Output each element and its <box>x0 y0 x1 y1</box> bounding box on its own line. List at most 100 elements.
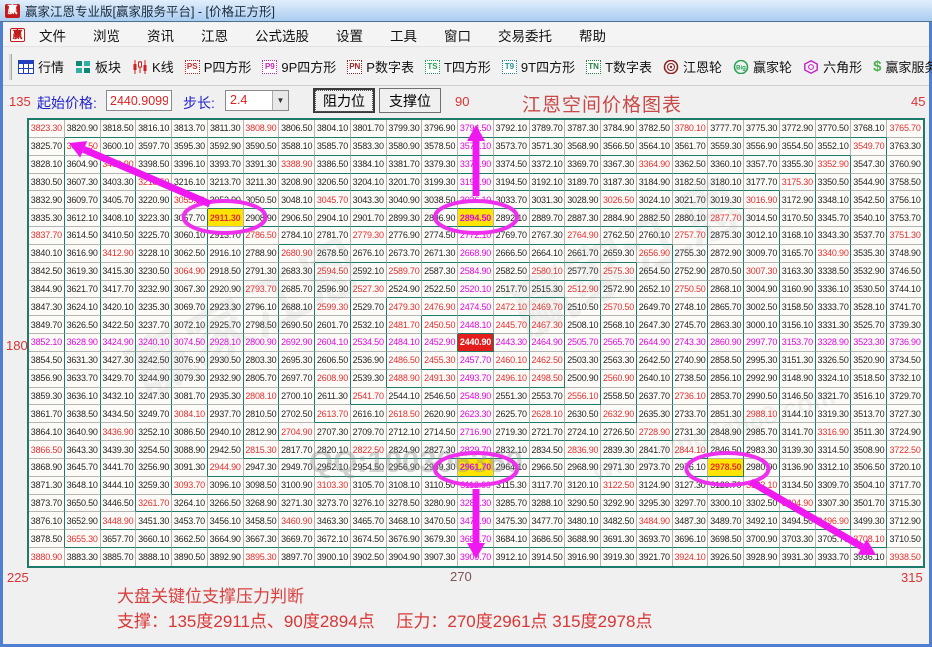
grid-cell: 2712.10 <box>386 423 423 442</box>
menu-item-4[interactable]: 江恩 <box>201 25 228 45</box>
support-button[interactable]: 支撑位 <box>379 88 441 113</box>
grid-cell: 2690.50 <box>279 316 316 335</box>
toolbar-item-板块[interactable]: 板块 <box>75 57 121 76</box>
grid-cell: 2505.70 <box>565 334 602 352</box>
toolbar-item-9T四方形[interactable]: T9 9T四方形 <box>501 57 575 76</box>
grid-cell: 3280.90 <box>422 494 459 513</box>
grid-cell: 2925.70 <box>207 316 244 335</box>
grid-cell: 2877.70 <box>708 209 745 228</box>
grid-cell: 3873.70 <box>29 494 65 513</box>
menu-item-2[interactable]: 浏览 <box>93 25 120 45</box>
grid-cell: 2661.70 <box>565 244 602 263</box>
grid-cell: 2976.10 <box>672 458 709 477</box>
grid-cell: 2894.50 <box>458 209 494 228</box>
grid-cell: 3244.90 <box>136 369 173 388</box>
grid-cell: 3103.30 <box>315 476 351 495</box>
grid-cell: 3638.50 <box>64 405 101 424</box>
grid-cell: 3386.50 <box>315 155 351 174</box>
grid-cell: 3328.90 <box>815 334 852 352</box>
grid-cell: 2450.50 <box>422 316 459 335</box>
grid-cell: 3931.30 <box>780 548 816 566</box>
grid-cell: 3844.90 <box>29 280 65 299</box>
grid-cell: 2601.70 <box>315 316 351 335</box>
toolbar-item-label: 行情 <box>38 60 65 75</box>
grid-cell: 2464.90 <box>529 334 566 352</box>
grid-cell: 3667.30 <box>243 530 280 549</box>
toolbar-item-赢家轮[interactable]: Big 赢家轮 <box>733 57 792 76</box>
toolbar-item-赢家服务[interactable]: $ 赢家服务 <box>873 57 932 76</box>
grid-cell: 3537.70 <box>851 227 888 245</box>
menu-item-5[interactable]: 公式选股 <box>255 25 309 45</box>
menu-item-1[interactable]: 文件 <box>39 25 66 45</box>
grid-cell: 3547.30 <box>851 155 888 174</box>
grid-cell: 3585.70 <box>315 137 351 156</box>
grid-cell: 3544.90 <box>851 173 888 192</box>
menu-item-7[interactable]: 工具 <box>390 25 417 45</box>
grid-cell: 2952.10 <box>315 458 351 477</box>
menu-item-3[interactable]: 资讯 <box>147 25 174 45</box>
menu-item-8[interactable]: 窗口 <box>444 25 471 45</box>
grid-cell: 2932.90 <box>207 369 244 388</box>
toolbar-item-行情[interactable]: 行情 <box>18 57 64 76</box>
hexagon-icon <box>803 59 819 74</box>
toolbar-item-label: 赢家轮 <box>753 60 793 75</box>
grid-cell: 3859.30 <box>29 387 65 406</box>
grid-cell: 2968.90 <box>565 458 602 477</box>
step-combobox[interactable]: 2.4 ▼ <box>225 90 289 111</box>
toolbar-item-9P四方形[interactable]: P9 9P四方形 <box>262 57 336 76</box>
grid-cell: 3218.50 <box>136 173 173 192</box>
grid-cell: 3151.30 <box>779 351 816 370</box>
grid-cell: 3816.10 <box>136 120 173 138</box>
grid-cell: 3026.50 <box>601 191 637 210</box>
grid-cell: 3684.10 <box>493 530 530 549</box>
toolbar-item-T数字表[interactable]: TN T数字表 <box>586 57 652 76</box>
grid-cell: 2510.50 <box>565 298 602 317</box>
grid-cell: 3729.70 <box>887 388 923 406</box>
grid-cell: 3888.10 <box>136 548 173 566</box>
grid-cell: 3271.30 <box>279 494 316 513</box>
grid-cell: 2853.70 <box>708 387 745 406</box>
grid-cell: 3456.10 <box>207 512 244 531</box>
grid-cell: 3777.70 <box>708 120 745 138</box>
menu-item-10[interactable]: 帮助 <box>579 25 606 45</box>
grid-cell: 3319.30 <box>815 405 852 424</box>
toolbar-item-T四方形[interactable]: TS T四方形 <box>424 57 491 76</box>
grid-cell: 2980.90 <box>744 458 780 477</box>
grid-cell: 3487.30 <box>672 512 709 531</box>
grid-cell: 3175.30 <box>779 173 816 192</box>
grid-cell: 2467.30 <box>529 316 566 335</box>
toolbar-item-K线[interactable]: K线 <box>132 57 174 76</box>
toolbar-item-六角形[interactable]: 六角形 <box>803 57 862 76</box>
chevron-down-icon[interactable]: ▼ <box>272 91 288 110</box>
grid-cell: 2587.30 <box>422 262 459 281</box>
grid-cell: 3223.30 <box>136 209 173 228</box>
start-price-input[interactable] <box>106 90 172 111</box>
grid-cell: 2517.70 <box>493 280 530 299</box>
toolbar-item-江恩轮[interactable]: 江恩轮 <box>663 57 722 76</box>
grid-cell: 3331.30 <box>815 316 852 335</box>
menu-item-9[interactable]: 交易委托 <box>498 25 552 45</box>
grid-cell: 3938.50 <box>889 552 921 563</box>
toolbar-item-label: 江恩轮 <box>683 60 723 75</box>
grid-cell: 3012.10 <box>744 227 780 245</box>
grid-cell: 2676.10 <box>350 244 387 263</box>
grid-cell: 3009.70 <box>744 244 780 263</box>
grid-cell: 3084.10 <box>172 405 208 424</box>
grid-cell: 3460.90 <box>279 512 316 531</box>
menu-item-6[interactable]: 设置 <box>336 25 363 45</box>
sector-blocks-icon <box>75 60 91 74</box>
grid-cell: 2832.10 <box>493 441 530 459</box>
grid-cell: 3048.10 <box>279 191 316 210</box>
toolbar-item-P四方形[interactable]: PS P四方形 <box>184 57 251 76</box>
grid-cell: 2488.90 <box>386 369 423 388</box>
quote-table-icon <box>18 59 34 74</box>
grid-cell: 3652.90 <box>64 512 101 531</box>
resistance-button[interactable]: 阻力位 <box>313 88 375 113</box>
grid-cell: 2726.50 <box>601 423 637 442</box>
toolbar-item-P数字表[interactable]: PN P数字表 <box>347 57 414 76</box>
grid-cell: 3408.10 <box>100 209 137 228</box>
grid-cell: 2923.30 <box>207 298 244 317</box>
grid-cell: 3648.10 <box>64 476 101 495</box>
grid-cell: 3364.90 <box>636 155 673 174</box>
grid-cell: 2985.70 <box>744 423 780 442</box>
